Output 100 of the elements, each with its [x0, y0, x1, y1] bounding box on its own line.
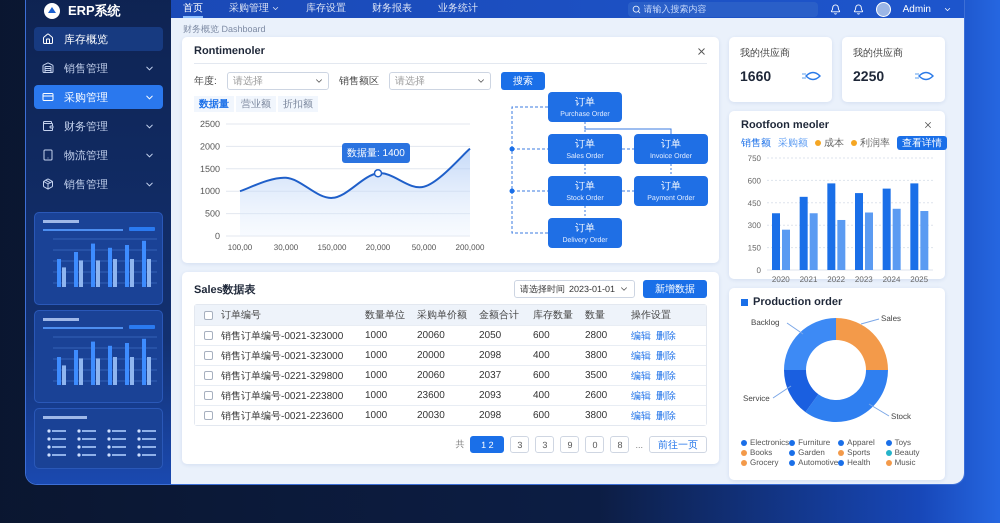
checkbox[interactable]: [204, 411, 213, 420]
action-link[interactable]: 编辑: [631, 408, 651, 422]
chart-tab[interactable]: 数据量: [194, 96, 234, 112]
chart-tooltip: 数据量: 1400: [342, 143, 410, 164]
table-cell-text: 3800: [585, 350, 608, 361]
close-icon[interactable]: [696, 46, 707, 56]
details-button[interactable]: 查看详情: [897, 136, 947, 150]
table-cell-text: 销售订单编号-0021-223600: [221, 410, 344, 422]
checkbox[interactable]: [204, 351, 213, 360]
action-link[interactable]: 删除: [656, 348, 676, 362]
legend-item: 销售额: [741, 136, 771, 150]
chart-tab[interactable]: 折扣额: [278, 96, 318, 112]
card-title: Production order: [753, 296, 842, 308]
add-button[interactable]: 新增数据: [643, 280, 707, 298]
table-cell-text: 20030: [417, 410, 446, 421]
bell-icon[interactable]: [852, 4, 864, 14]
table-cell-text: 2037: [479, 370, 502, 381]
legend-item: Toys: [886, 438, 933, 447]
menu-icon: [42, 178, 54, 190]
nav-tab[interactable]: 采购管理: [229, 0, 280, 18]
sidebar-item[interactable]: 财务管理: [34, 114, 163, 138]
action-link[interactable]: 删除: [656, 328, 676, 342]
action-link[interactable]: 编辑: [631, 388, 651, 402]
legend-item: Apparel: [838, 438, 886, 447]
axis-label: 1500: [200, 164, 220, 174]
table-cell-text: 600: [533, 410, 551, 421]
chart-tab[interactable]: 营业额: [236, 96, 276, 112]
axis-label: 2500: [200, 119, 220, 129]
checkbox[interactable]: [204, 310, 213, 320]
axis-label: 2024: [882, 275, 900, 284]
axis-label: 750: [748, 154, 761, 163]
column-header: 采购单价额: [417, 308, 468, 322]
column-header: 数量单位: [365, 308, 406, 322]
junction-dot: [510, 188, 514, 194]
sidebar-item[interactable]: 采购管理: [34, 85, 163, 109]
connector-line: [622, 148, 634, 150]
select-field[interactable]: 请选择: [388, 72, 491, 90]
nav-tab[interactable]: 财务报表: [372, 0, 412, 18]
legend-item: Health: [838, 458, 886, 467]
select-field[interactable]: 请选择: [226, 72, 329, 90]
table-cell-text: 销售订单编号-0021-323000: [221, 350, 344, 362]
axis-label: 450: [748, 198, 761, 208]
legend-item: Electronics: [741, 438, 790, 447]
page-button[interactable]: 1 2: [470, 436, 504, 453]
legend-item: Books: [741, 448, 790, 457]
avatar[interactable]: [876, 2, 891, 16]
checkbox[interactable]: [204, 391, 213, 400]
axis-label: 200,000: [456, 243, 484, 252]
sidebar-item[interactable]: 库存概览: [34, 27, 163, 51]
axis-label: 2023: [854, 275, 873, 284]
page-button[interactable]: 3: [510, 436, 530, 453]
axis-label: 50,000: [412, 243, 436, 252]
action-link[interactable]: 删除: [656, 408, 676, 422]
legend-item: Automotive: [789, 458, 838, 467]
legend-item: Sports: [838, 448, 886, 457]
table-cell-text: 2098: [479, 410, 502, 421]
nav-tab[interactable]: 业务统计: [438, 0, 478, 18]
sidebar-item[interactable]: 物流管理: [34, 143, 163, 167]
table-cell-text: 1000: [365, 390, 388, 401]
stat-label: 我的供应商: [740, 46, 791, 60]
connector-line: [584, 206, 586, 218]
table-cell-text: 1000: [365, 350, 388, 361]
search-button[interactable]: 搜索: [500, 72, 545, 90]
menu-icon: [42, 149, 54, 161]
action-link[interactable]: 编辑: [631, 368, 651, 382]
user-name[interactable]: Admin: [902, 4, 931, 14]
axis-label: 20,000: [366, 243, 390, 252]
data-point: [374, 169, 382, 178]
page-button[interactable]: 0: [585, 436, 604, 453]
table-cell-text: 23600: [417, 390, 446, 401]
axis-label: 0: [756, 266, 761, 275]
checkbox[interactable]: [204, 371, 213, 380]
bar: [810, 213, 818, 270]
action-link[interactable]: 编辑: [631, 328, 651, 342]
sidebar-item[interactable]: 销售管理: [34, 56, 163, 80]
close-icon[interactable]: [923, 120, 933, 130]
nav-tab[interactable]: 库存设置: [306, 0, 346, 18]
table-cell-text: 20060: [417, 370, 446, 381]
action-link[interactable]: 删除: [656, 368, 676, 382]
table-cell-text: 600: [533, 370, 551, 381]
app-logo: ERP系统: [68, 2, 121, 20]
action-link[interactable]: 编辑: [631, 348, 651, 362]
checkbox[interactable]: [204, 331, 213, 340]
bell-icon[interactable]: [830, 4, 841, 14]
bar: [772, 213, 780, 270]
axis-label: 2000: [200, 141, 220, 152]
bar: [837, 220, 846, 270]
page-button[interactable]: 8: [610, 436, 630, 453]
goto-button[interactable]: 前往一页: [649, 436, 707, 453]
nav-tab[interactable]: 首页: [183, 0, 203, 18]
search-field[interactable]: 请输入搜索内容: [628, 2, 818, 16]
sidebar-item[interactable]: 销售管理: [34, 172, 163, 196]
action-link[interactable]: 删除: [656, 388, 676, 402]
table-cell-text: 2093: [479, 390, 502, 401]
axis-label: 30,000: [274, 243, 298, 252]
column-header: 操作设置: [631, 308, 672, 322]
page-button[interactable]: 9: [560, 436, 580, 453]
page-button[interactable]: 3: [535, 436, 554, 453]
date-select[interactable]: 请选择时间 2023-01-01: [514, 280, 635, 298]
axis-label: 150,000: [318, 243, 346, 252]
